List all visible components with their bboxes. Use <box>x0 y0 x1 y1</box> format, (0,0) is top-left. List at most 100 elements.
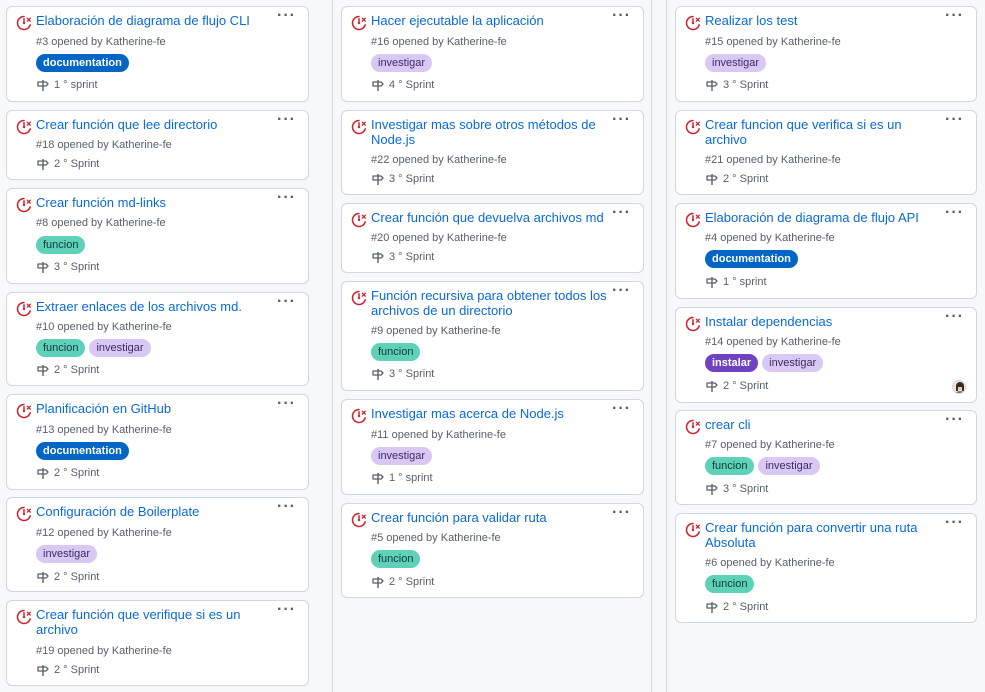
more-options-icon[interactable]: ··· <box>945 8 964 24</box>
issue-card[interactable]: Investigar mas acerca de Node.js ··· #11… <box>341 399 644 495</box>
issue-title-link[interactable]: Crear función para convertir una ruta Ab… <box>705 520 932 550</box>
issue-title-link[interactable]: Investigar mas acerca de Node.js <box>371 406 609 421</box>
issue-title-link[interactable]: crear cli <box>705 417 942 432</box>
milestone[interactable]: 3 ° Sprint <box>705 79 768 92</box>
more-options-icon[interactable]: ··· <box>945 205 964 221</box>
issue-card[interactable]: Crear función para validar ruta ··· #5 o… <box>341 503 644 598</box>
milestone[interactable]: 1 ° sprint <box>705 276 767 289</box>
issue-card[interactable]: Crear función para convertir una ruta Ab… <box>675 513 977 623</box>
label-investigar[interactable]: investigar <box>762 354 824 372</box>
issue-title-link[interactable]: Instalar dependencias <box>705 314 942 329</box>
milestone[interactable]: 3 ° Sprint <box>371 173 434 186</box>
more-options-icon[interactable]: ··· <box>612 205 631 221</box>
issue-title-link[interactable]: Extraer enlaces de los archivos md. <box>36 299 274 314</box>
issue-card[interactable]: Función recursiva para obtener todos los… <box>341 281 644 391</box>
issue-title-link[interactable]: Investigar mas sobre otros métodos de No… <box>371 117 609 147</box>
issue-title-link[interactable]: Crear función md-links <box>36 195 274 210</box>
more-options-icon[interactable]: ··· <box>277 294 296 310</box>
issue-card[interactable]: Extraer enlaces de los archivos md. ··· … <box>6 292 309 386</box>
issue-title-link[interactable]: Planificación en GitHub <box>36 401 274 416</box>
issue-title-link[interactable]: Elaboración de diagrama de flujo CLI <box>36 13 274 28</box>
milestone[interactable]: 1 ° sprint <box>371 472 433 485</box>
milestone[interactable]: 2 ° Sprint <box>36 664 99 677</box>
more-options-icon[interactable]: ··· <box>612 112 631 128</box>
more-options-icon[interactable]: ··· <box>612 283 631 299</box>
milestone[interactable]: 2 ° Sprint <box>705 380 768 393</box>
more-options-icon[interactable]: ··· <box>945 515 964 531</box>
label-funcion[interactable]: funcion <box>705 457 755 475</box>
label-investigar[interactable]: investigar <box>705 54 767 72</box>
more-options-icon[interactable]: ··· <box>945 112 964 128</box>
milestone[interactable]: 2 ° Sprint <box>371 576 434 589</box>
issue-card[interactable]: Investigar mas sobre otros métodos de No… <box>341 110 644 195</box>
milestone-icon <box>372 80 384 91</box>
label-investigar[interactable]: investigar <box>371 54 433 72</box>
more-options-icon[interactable]: ··· <box>612 401 631 417</box>
more-options-icon[interactable]: ··· <box>945 412 964 428</box>
milestone[interactable]: 3 ° Sprint <box>36 261 99 274</box>
milestone[interactable]: 3 ° Sprint <box>705 483 768 496</box>
milestone[interactable]: 2 ° Sprint <box>705 173 768 186</box>
issue-title-link[interactable]: Crear función para validar ruta <box>371 510 609 525</box>
issue-card[interactable]: Crear función que verifique si es un arc… <box>6 600 309 686</box>
assignee-avatar[interactable] <box>952 380 966 394</box>
label-documentation[interactable]: documentation <box>36 442 129 460</box>
milestone[interactable]: 1 ° sprint <box>36 79 98 92</box>
milestone-label: 1 ° sprint <box>54 79 98 91</box>
milestone[interactable]: 4 ° Sprint <box>371 79 434 92</box>
more-options-icon[interactable]: ··· <box>612 505 631 521</box>
issue-title-link[interactable]: Elaboración de diagrama de flujo API <box>705 210 942 225</box>
more-options-icon[interactable]: ··· <box>945 309 964 325</box>
milestone-label: 2 ° Sprint <box>54 664 100 676</box>
issue-title-link[interactable]: Función recursiva para obtener todos los… <box>371 288 613 318</box>
milestone[interactable]: 2 ° Sprint <box>36 158 99 171</box>
issue-title-link[interactable]: Hacer ejecutable la aplicación <box>371 13 609 28</box>
label-investigar[interactable]: investigar <box>89 339 151 357</box>
more-options-icon[interactable]: ··· <box>277 602 296 618</box>
issue-title-link[interactable]: Configuración de Boilerplate <box>36 504 274 519</box>
issue-card[interactable]: Realizar los test ··· #15 opened by Kath… <box>675 6 977 102</box>
label-investigar[interactable]: investigar <box>371 447 433 465</box>
issue-card[interactable]: Crear función md-links ··· #8 opened by … <box>6 188 309 284</box>
issue-title-link[interactable]: Crear función que devuelva archivos md <box>371 210 609 225</box>
issue-card[interactable]: Planificación en GitHub ··· #13 opened b… <box>6 394 309 490</box>
milestone[interactable]: 2 ° Sprint <box>36 467 99 480</box>
label-funcion[interactable]: funcion <box>371 550 421 568</box>
issue-card[interactable]: Instalar dependencias ··· #14 opened by … <box>675 307 977 403</box>
issue-card[interactable]: Hacer ejecutable la aplicación ··· #16 o… <box>341 6 644 102</box>
label-investigar[interactable]: investigar <box>36 545 98 563</box>
label-investigar[interactable]: investigar <box>758 457 820 475</box>
more-options-icon[interactable]: ··· <box>277 499 296 515</box>
issue-card[interactable]: Crear funcion que verifica si es un arch… <box>675 110 977 195</box>
issue-card[interactable]: crear cli ··· #7 opened by Katherine-fe … <box>675 410 977 505</box>
label-funcion[interactable]: funcion <box>705 575 755 593</box>
milestone[interactable]: 3 ° Sprint <box>371 251 434 264</box>
issue-title-link[interactable]: Crear funcion que verifica si es un arch… <box>705 117 906 147</box>
more-options-icon[interactable]: ··· <box>612 8 631 24</box>
open-issue-icon <box>16 197 31 213</box>
label-funcion[interactable]: funcion <box>36 236 86 254</box>
issue-title-link[interactable]: Realizar los test <box>705 13 942 28</box>
issue-card[interactable]: Crear función que devuelva archivos md ·… <box>341 203 644 273</box>
issue-card[interactable]: Crear función que lee directorio ··· #18… <box>6 110 309 180</box>
issue-card[interactable]: Elaboración de diagrama de flujo CLI ···… <box>6 6 309 102</box>
more-options-icon[interactable]: ··· <box>277 8 296 24</box>
milestone[interactable]: 2 ° Sprint <box>705 601 768 614</box>
milestone-label: 3 ° Sprint <box>389 368 435 380</box>
more-options-icon[interactable]: ··· <box>277 190 296 206</box>
issue-card[interactable]: Configuración de Boilerplate ··· #12 ope… <box>6 497 309 592</box>
issue-card[interactable]: Elaboración de diagrama de flujo API ···… <box>675 203 977 299</box>
issue-title-link[interactable]: Crear función que lee directorio <box>36 117 274 132</box>
label-funcion[interactable]: funcion <box>36 339 86 357</box>
milestone-label: 2 ° Sprint <box>54 364 100 376</box>
milestone[interactable]: 3 ° Sprint <box>371 368 434 381</box>
label-documentation[interactable]: documentation <box>705 250 798 268</box>
milestone[interactable]: 2 ° Sprint <box>36 571 99 584</box>
more-options-icon[interactable]: ··· <box>277 396 296 412</box>
label-funcion[interactable]: funcion <box>371 343 421 361</box>
label-instalar[interactable]: instalar <box>705 354 759 372</box>
label-documentation[interactable]: documentation <box>36 54 129 72</box>
more-options-icon[interactable]: ··· <box>277 112 296 128</box>
milestone[interactable]: 2 ° Sprint <box>36 364 99 377</box>
issue-title-link[interactable]: Crear función que verifique si es un arc… <box>36 607 274 637</box>
